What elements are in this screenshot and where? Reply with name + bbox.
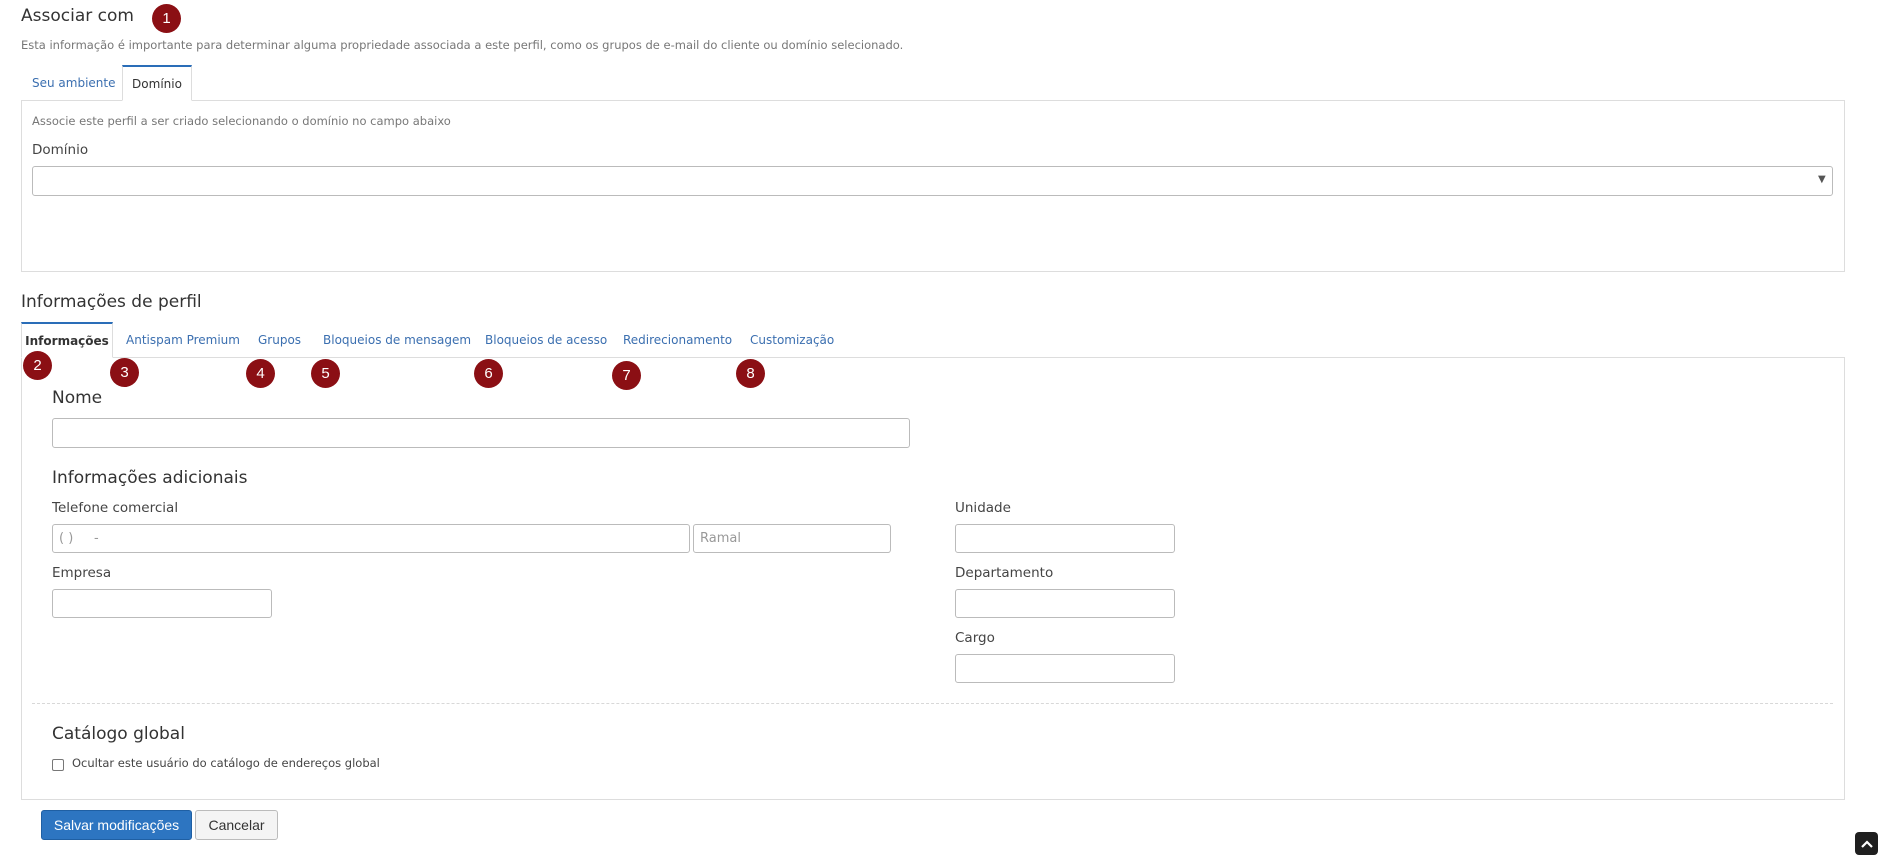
ramal-input[interactable] [693, 524, 891, 553]
unit-label: Unidade [955, 500, 1011, 516]
tab-antispam-premium[interactable]: Antispam Premium [126, 333, 240, 347]
name-input[interactable] [52, 418, 910, 448]
company-label: Empresa [52, 565, 112, 581]
annotation-badge-7: 7 [612, 361, 641, 390]
tab-bloqueios-mensagem[interactable]: Bloqueios de mensagem [323, 333, 471, 347]
annotation-badge-1: 1 [152, 4, 181, 33]
annotation-badge-6: 6 [474, 359, 503, 388]
hide-from-catalog-label: Ocultar este usuário do catálogo de ende… [72, 756, 380, 770]
section-divider [32, 703, 1833, 704]
phone-input[interactable] [52, 524, 690, 553]
save-button[interactable]: Salvar modificações [41, 810, 192, 840]
chevron-down-icon: ▼ [1818, 174, 1826, 185]
tab-customizacao[interactable]: Customização [750, 333, 834, 347]
tab-grupos[interactable]: Grupos [258, 333, 301, 347]
annotation-badge-4: 4 [246, 359, 275, 388]
domain-select[interactable] [32, 166, 1833, 196]
tab-informacoes-label: Informações [25, 333, 109, 348]
tab-dominio-label: Domínio [132, 76, 182, 91]
department-label: Departamento [955, 565, 1054, 581]
unit-input[interactable] [955, 524, 1175, 553]
phone-label: Telefone comercial [52, 500, 179, 516]
domain-hint: Associe este perfil a ser criado selecio… [32, 114, 451, 128]
role-input[interactable] [955, 654, 1175, 683]
name-heading: Nome [52, 388, 103, 408]
company-input[interactable] [52, 589, 272, 618]
role-label: Cargo [955, 630, 995, 646]
associate-title: Associar com [21, 6, 134, 26]
annotation-badge-2: 2 [23, 351, 52, 380]
cancel-button[interactable]: Cancelar [195, 810, 278, 840]
tab-seu-ambiente[interactable]: Seu ambiente [32, 76, 116, 90]
tab-dominio[interactable]: Domínio [122, 65, 192, 101]
catalog-heading: Catálogo global [52, 724, 185, 744]
additional-heading: Informações adicionais [52, 468, 248, 488]
domain-label: Domínio [32, 142, 89, 158]
chevron-up-icon [1860, 839, 1873, 848]
annotation-badge-5: 5 [311, 359, 340, 388]
profile-title: Informações de perfil [21, 292, 202, 312]
scroll-top-button[interactable] [1855, 832, 1878, 855]
annotation-badge-3: 3 [110, 358, 139, 387]
hide-from-catalog-checkbox[interactable] [52, 759, 64, 771]
tab-bloqueios-acesso[interactable]: Bloqueios de acesso [485, 333, 607, 347]
tab-redirecionamento[interactable]: Redirecionamento [623, 333, 732, 347]
department-input[interactable] [955, 589, 1175, 618]
associate-description: Esta informação é importante para determ… [21, 38, 904, 52]
annotation-badge-8: 8 [736, 359, 765, 388]
